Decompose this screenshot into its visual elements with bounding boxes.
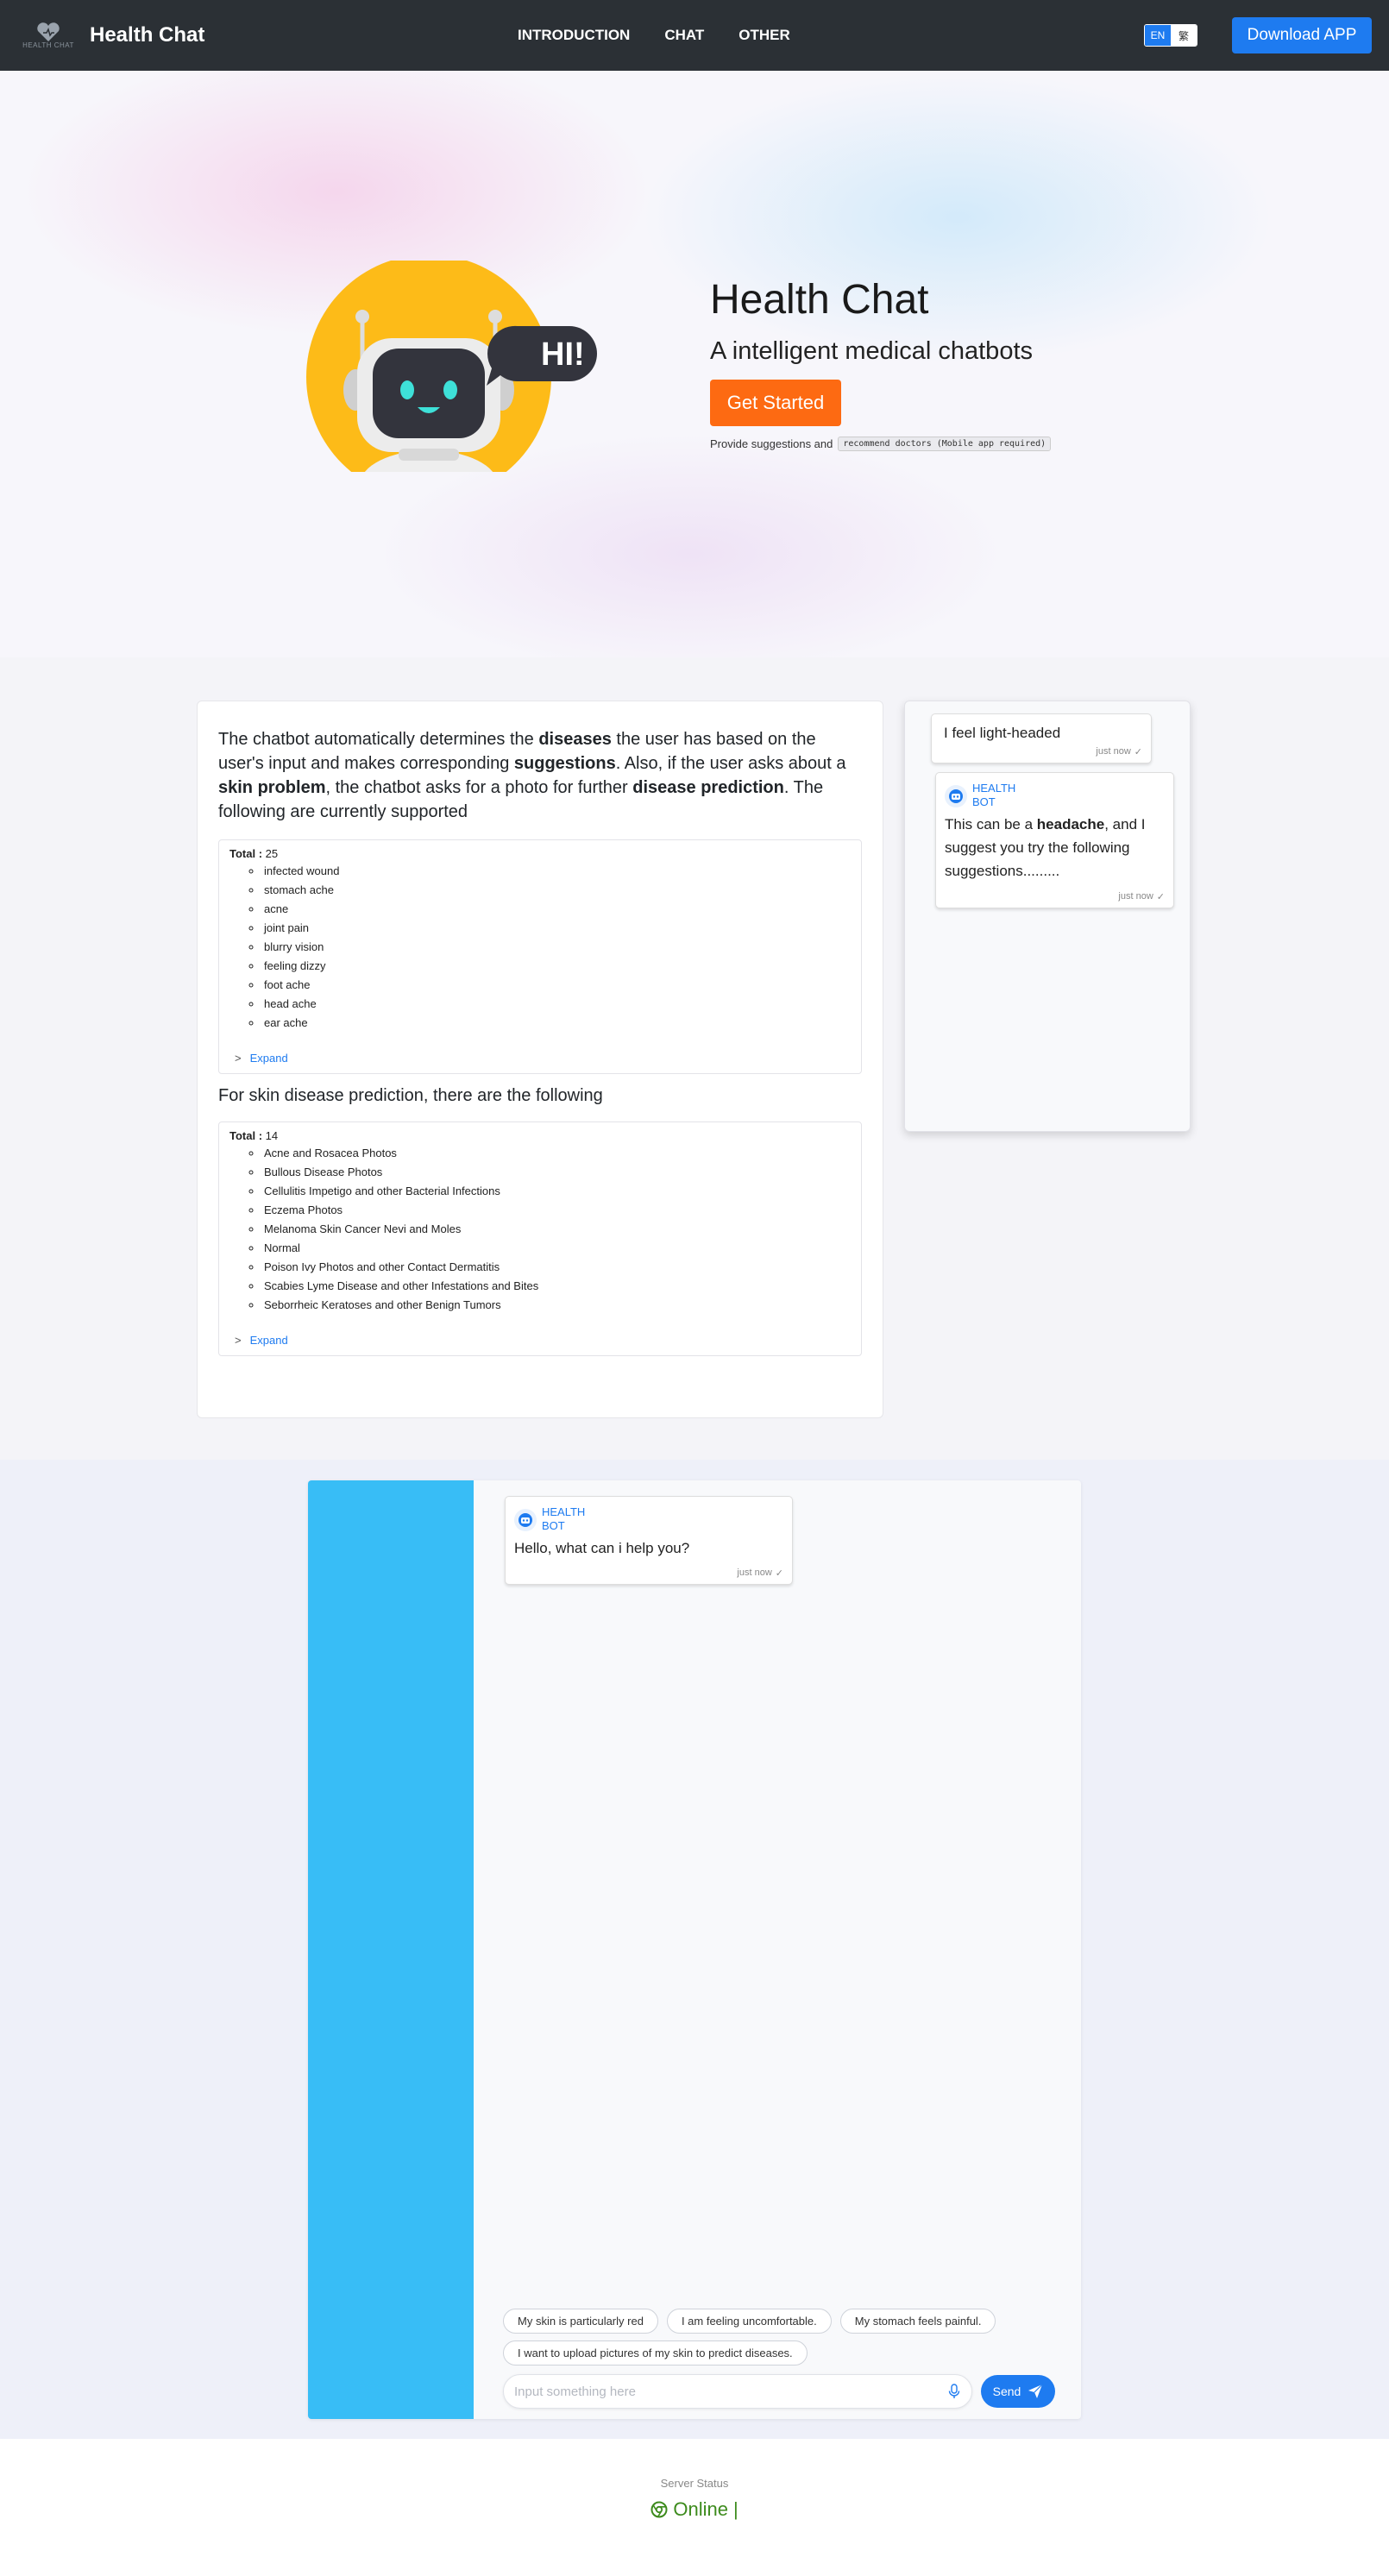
- logo-text: HEALTH CHAT: [22, 41, 74, 49]
- list-item: Acne and Rosacea Photos: [262, 1144, 851, 1163]
- chat-input[interactable]: [514, 2384, 947, 2399]
- skin-intro: For skin disease prediction, there are t…: [218, 1086, 603, 1105]
- expand-label: Expand: [249, 1052, 288, 1065]
- hero-note: Provide suggestions and recommend doctor…: [710, 437, 1052, 451]
- info-description: The chatbot automatically determines the…: [218, 730, 846, 821]
- disease-list: infected wound stomach ache acne joint p…: [262, 862, 851, 1033]
- bot-header: HEALTH BOT: [945, 782, 1165, 809]
- demo-bot-bubble: HEALTH BOT This can be a headache, and I …: [935, 772, 1174, 908]
- list-item: Normal: [262, 1239, 851, 1258]
- list-item: acne: [262, 900, 851, 919]
- disease-expand-toggle[interactable]: > Expand: [235, 1052, 851, 1065]
- expand-label: Expand: [249, 1334, 288, 1347]
- check-icon: ✓: [775, 1568, 783, 1579]
- get-started-button[interactable]: Get Started: [710, 380, 841, 426]
- message-meta: just now ✓: [1096, 746, 1142, 757]
- suggestion-chip[interactable]: I want to upload pictures of my skin to …: [503, 2340, 808, 2366]
- server-status-value: Online: [673, 2498, 728, 2520]
- check-icon: ✓: [1134, 747, 1142, 757]
- hero-title: Health Chat: [710, 277, 929, 323]
- download-app-button[interactable]: Download APP: [1232, 17, 1372, 53]
- list-item: Cellulitis Impetigo and other Bacterial …: [262, 1182, 851, 1201]
- bot-greeting-bubble: HEALTH BOT Hello, what can i help you? ju…: [505, 1496, 793, 1585]
- suggestion-chip[interactable]: My stomach feels painful.: [839, 2309, 996, 2334]
- hero-text: Health Chat A intelligent medical chatbo…: [710, 276, 1052, 451]
- suggestion-chips: My skin is particularly red I am feeling…: [503, 2309, 1055, 2366]
- status-cursor: |: [732, 2498, 738, 2520]
- demo-user-bubble: I feel light-headed just now ✓: [931, 713, 1152, 763]
- nav-right: EN 繁 Download APP: [1144, 0, 1372, 71]
- bot-greeting-message: Hello, what can i help you?: [514, 1540, 690, 1556]
- server-status: Online |: [651, 2498, 738, 2521]
- nav-chat[interactable]: CHAT: [664, 27, 704, 44]
- robot-illustration: HI!: [306, 261, 597, 472]
- disease-list-box: Total : 25 infected wound stomach ache a…: [218, 839, 862, 1074]
- list-item: ear ache: [262, 1014, 851, 1033]
- lang-zh-option[interactable]: 繁: [1171, 25, 1197, 46]
- message-meta: just now ✓: [737, 1568, 783, 1579]
- brand[interactable]: HEALTH CHAT Health Chat: [17, 18, 204, 53]
- chevron-right-icon: >: [235, 1052, 242, 1065]
- lang-en-option[interactable]: EN: [1145, 25, 1171, 46]
- nav-other[interactable]: OTHER: [738, 27, 790, 44]
- navbar: HEALTH CHAT Health Chat INTRODUCTION CHA…: [0, 0, 1389, 71]
- list-item: infected wound: [262, 862, 851, 881]
- bot-avatar-icon: [514, 1509, 537, 1531]
- demo-bot-message: This can be a headache, and I suggest yo…: [945, 816, 1146, 879]
- send-icon: [1028, 2384, 1043, 2398]
- list-item: Poison Ivy Photos and other Contact Derm…: [262, 1258, 851, 1277]
- list-item: head ache: [262, 995, 851, 1014]
- chat-input-wrapper: [503, 2374, 972, 2409]
- list-item: foot ache: [262, 976, 851, 995]
- list-item: Seborrheic Keratoses and other Benign Tu…: [262, 1296, 851, 1315]
- server-status-label: Server Status: [660, 2477, 729, 2490]
- chrome-status-icon: [651, 2501, 668, 2518]
- chat-sidebar: [308, 1480, 474, 2419]
- info-section: The chatbot automatically determines the…: [0, 657, 1389, 1460]
- robot-speech-text: HI!: [541, 336, 585, 373]
- hero-subtitle: A intelligent medical chatbots: [710, 337, 1033, 365]
- demo-user-message: I feel light-headed: [944, 725, 1061, 741]
- info-card: The chatbot automatically determines the…: [197, 701, 883, 1418]
- chat-section: HEALTH BOT Hello, what can i help you? ju…: [0, 1460, 1389, 2439]
- language-toggle[interactable]: EN 繁: [1144, 24, 1197, 47]
- hero-note-text: Provide suggestions and: [710, 437, 833, 450]
- list-item: feeling dizzy: [262, 957, 851, 976]
- list-item: Eczema Photos: [262, 1201, 851, 1220]
- list-item: blurry vision: [262, 938, 851, 957]
- send-label: Send: [992, 2384, 1021, 2398]
- demo-chat-card: I feel light-headed just now ✓ HEALTH BOT …: [904, 701, 1191, 1132]
- skin-list: Acne and Rosacea Photos Bullous Disease …: [262, 1144, 851, 1315]
- chat-input-row: Send: [503, 2374, 1055, 2409]
- microphone-icon[interactable]: [947, 2384, 961, 2399]
- bot-name: HEALTH BOT: [972, 782, 1016, 808]
- check-icon: ✓: [1156, 892, 1165, 902]
- list-item: stomach ache: [262, 881, 851, 900]
- send-button[interactable]: Send: [981, 2375, 1055, 2408]
- chevron-right-icon: >: [235, 1334, 242, 1347]
- bot-header: HEALTH BOT: [514, 1505, 783, 1533]
- list-item: Bullous Disease Photos: [262, 1163, 851, 1182]
- skin-total: Total : 14: [229, 1129, 279, 1142]
- suggestion-chip[interactable]: I am feeling uncomfortable.: [666, 2309, 832, 2334]
- list-item: joint pain: [262, 919, 851, 938]
- hero-section: HI! Health Chat A intelligent medical ch…: [0, 71, 1389, 657]
- suggestion-chip[interactable]: My skin is particularly red: [503, 2309, 658, 2334]
- logo: HEALTH CHAT: [17, 18, 79, 53]
- list-item: Melanoma Skin Cancer Nevi and Moles: [262, 1220, 851, 1239]
- chat-window: HEALTH BOT Hello, what can i help you? ju…: [308, 1480, 1081, 2419]
- heart-logo-icon: [37, 22, 60, 41]
- brand-title: Health Chat: [90, 23, 205, 47]
- skin-expand-toggle[interactable]: > Expand: [235, 1334, 851, 1347]
- skin-list-box: Total : 14 Acne and Rosacea Photos Bullo…: [218, 1122, 862, 1356]
- footer: Server Status Online |: [0, 2439, 1389, 2559]
- nav-links: INTRODUCTION CHAT OTHER: [518, 0, 790, 71]
- list-item: Scabies Lyme Disease and other Infestati…: [262, 1277, 851, 1296]
- hero-note-code: recommend doctors (Mobile app required): [838, 437, 1052, 451]
- bot-avatar-icon: [945, 785, 967, 807]
- message-meta: just now ✓: [1118, 891, 1165, 902]
- nav-introduction[interactable]: INTRODUCTION: [518, 27, 630, 44]
- bot-name: HEALTH BOT: [542, 1505, 586, 1532]
- disease-total: Total : 25: [229, 847, 279, 860]
